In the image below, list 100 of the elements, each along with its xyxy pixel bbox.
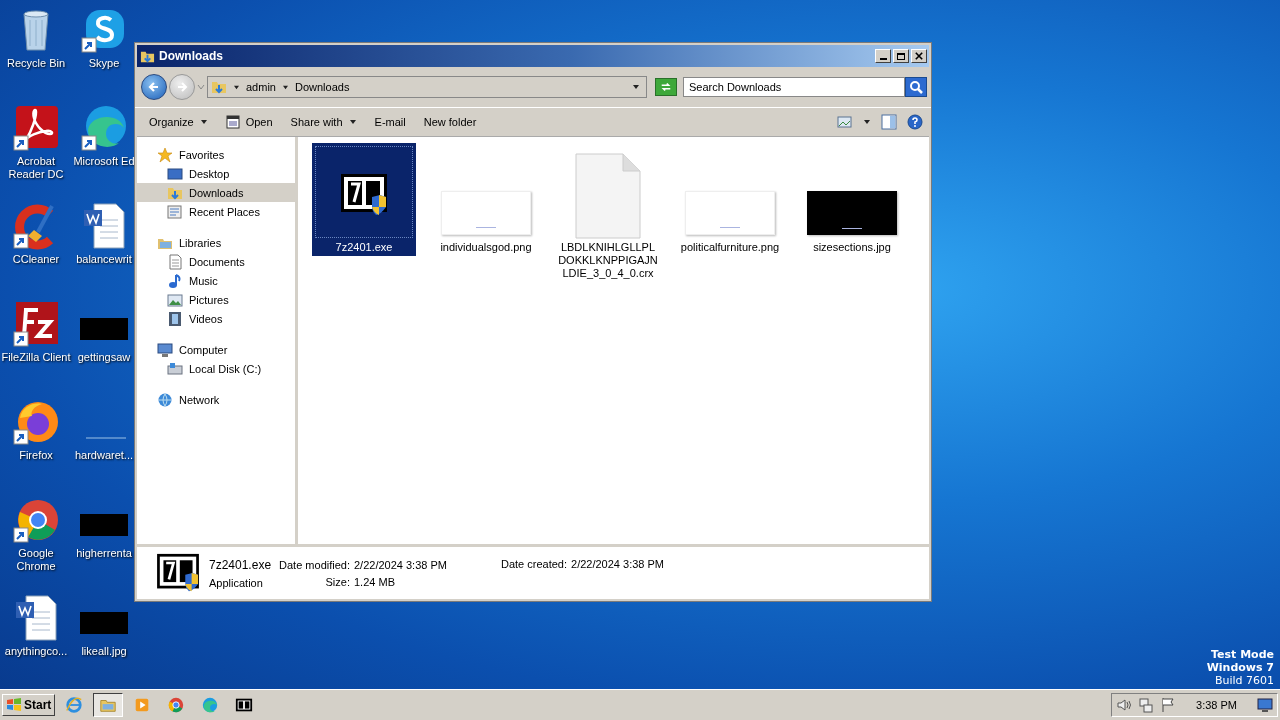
desktop-icon-label[interactable]: FileZilla Client <box>1 351 71 364</box>
nav-item[interactable]: Computer <box>137 340 295 359</box>
nav-item[interactable]: Favorites <box>137 145 295 164</box>
system-notice-text: Test Mode <box>1211 648 1274 661</box>
file-item[interactable]: individualsgod.png <box>434 143 538 256</box>
caret-icon[interactable] <box>863 119 871 125</box>
nav-item[interactable]: Desktop <box>137 164 295 183</box>
search-field[interactable]: Search Downloads <box>683 77 905 97</box>
desktop-icon-label[interactable]: Firefox <box>19 449 53 462</box>
file-type: Application <box>209 576 264 589</box>
nav-item[interactable]: Network <box>137 390 295 409</box>
caret-icon[interactable] <box>233 84 240 90</box>
blank-file-icon <box>575 153 641 239</box>
back-arrow-icon <box>148 81 160 93</box>
browser-icon <box>167 696 186 714</box>
desktop-icon-label[interactable]: CCleaner <box>12 253 60 266</box>
nav-item[interactable]: Recent Places <box>137 202 295 221</box>
caret-icon[interactable] <box>281 84 289 90</box>
volume-icon[interactable] <box>1116 697 1133 713</box>
show-desktop-icon[interactable] <box>1257 697 1273 713</box>
search-icon <box>909 80 923 94</box>
start-button[interactable]: Start <box>2 694 56 716</box>
detail-value: 1.24 MB <box>354 575 396 588</box>
desktop-icon-label[interactable]: Acrobat Reader DC <box>1 155 71 181</box>
detail-label: Size: <box>324 575 350 588</box>
desktop-icon-label[interactable]: higherrenta <box>76 547 132 560</box>
refresh-icon <box>659 81 673 93</box>
file-item[interactable]: politicalfurniture.png <box>678 143 782 256</box>
close-icon <box>915 52 923 60</box>
globe-icon <box>157 391 173 408</box>
desktop-icon[interactable] <box>80 104 128 152</box>
desktop-icon-label[interactable]: gettingsaw <box>77 351 131 364</box>
nav-item[interactable]: Pictures <box>137 290 295 309</box>
desktop-icon-label[interactable]: balancewrit <box>76 253 132 266</box>
monitor-icon <box>157 341 173 358</box>
folder-icon <box>211 79 227 95</box>
detail-value: 2/22/2024 3:38 PM <box>571 558 664 570</box>
toolbar-button[interactable]: Organize <box>141 114 216 130</box>
music-note-icon <box>167 272 183 289</box>
desktop-icon-label[interactable]: Recycle Bin <box>6 57 66 70</box>
file-item[interactable]: 7z2401.exe <box>312 143 416 256</box>
address-bar[interactable]: admin Downloads <box>207 76 647 98</box>
file-icon <box>155 553 201 593</box>
caret-icon <box>199 119 208 125</box>
nav-item[interactable]: Libraries <box>137 233 295 252</box>
desktop-icon-label[interactable]: Microsoft Ed <box>73 155 135 168</box>
windows-flag-icon <box>6 697 22 713</box>
browser-icon <box>65 696 84 714</box>
detail-label: Date created: <box>500 558 567 570</box>
desktop-icon-label[interactable]: Skype <box>88 57 120 70</box>
picture-icon <box>167 291 183 308</box>
breadcrumb-item[interactable]: Downloads <box>294 81 350 93</box>
detail-value: 2/22/2024 3:38 PM <box>354 558 447 571</box>
toolbar-button[interactable]: Open <box>217 113 281 131</box>
desktop-icon[interactable] <box>12 300 60 348</box>
search-button[interactable] <box>905 77 927 97</box>
star-icon <box>157 146 173 163</box>
flag-icon[interactable] <box>1160 697 1177 713</box>
nav-item[interactable]: Local Disk (C:) <box>137 359 295 378</box>
toolbar-button[interactable]: New folder <box>415 114 485 130</box>
document-icon <box>167 253 183 270</box>
nav-item[interactable]: Videos <box>137 309 295 328</box>
system-notice-text: Windows 7 <box>1206 661 1274 674</box>
caret-icon <box>348 119 357 125</box>
file-item[interactable]: sizesections.jpg <box>800 143 904 256</box>
desktop-icon-label[interactable]: likeall.jpg <box>81 645 127 658</box>
refresh-button[interactable] <box>655 78 677 96</box>
preview-pane-icon[interactable] <box>881 114 897 130</box>
desktop-icon-label[interactable]: Google Chrome <box>1 547 71 573</box>
archive-app-icon <box>235 696 254 714</box>
minimize-button[interactable] <box>875 49 891 63</box>
network-icon[interactable] <box>1138 697 1155 713</box>
desktop-icon-label[interactable]: anythingco... <box>4 645 68 658</box>
file-item[interactable]: LBDLKNIHLGLLPLDOKKLKNPPIGAJNLDIE_3_0_4_0.crx <box>556 143 660 282</box>
drive-icon <box>167 360 183 377</box>
browser-icon <box>201 696 220 714</box>
window-icon <box>225 115 240 129</box>
file-name: 7z2401.exe <box>209 557 272 572</box>
desktop-icon[interactable] <box>12 104 60 152</box>
document-list-icon <box>167 203 183 220</box>
film-icon <box>167 310 183 327</box>
help-icon[interactable] <box>907 114 923 130</box>
back-button[interactable] <box>141 74 167 100</box>
detail-label: Date modified: <box>279 558 350 571</box>
desktop-icon-label[interactable]: hardwaret... <box>74 449 134 462</box>
toolbar-button[interactable]: Share with <box>282 114 365 130</box>
nav-item[interactable]: Documents <box>137 252 295 271</box>
view-options-icon[interactable] <box>837 114 853 130</box>
breadcrumb-item[interactable]: admin <box>246 81 276 93</box>
toolbar-button[interactable]: E-mail <box>366 114 414 130</box>
dropdown-caret-icon[interactable] <box>632 84 640 90</box>
system-notice-text: Build 7601 <box>1214 674 1274 687</box>
nav-item[interactable]: Downloads <box>137 183 295 202</box>
nav-item[interactable]: Music <box>137 271 295 290</box>
desktop-icon <box>167 165 183 182</box>
close-button[interactable] <box>911 49 927 63</box>
taskbar-app-button[interactable] <box>93 693 124 717</box>
clock[interactable]: 3:38 PM <box>1196 699 1237 711</box>
maximize-button[interactable] <box>893 49 909 63</box>
window-title: Downloads <box>159 49 224 63</box>
